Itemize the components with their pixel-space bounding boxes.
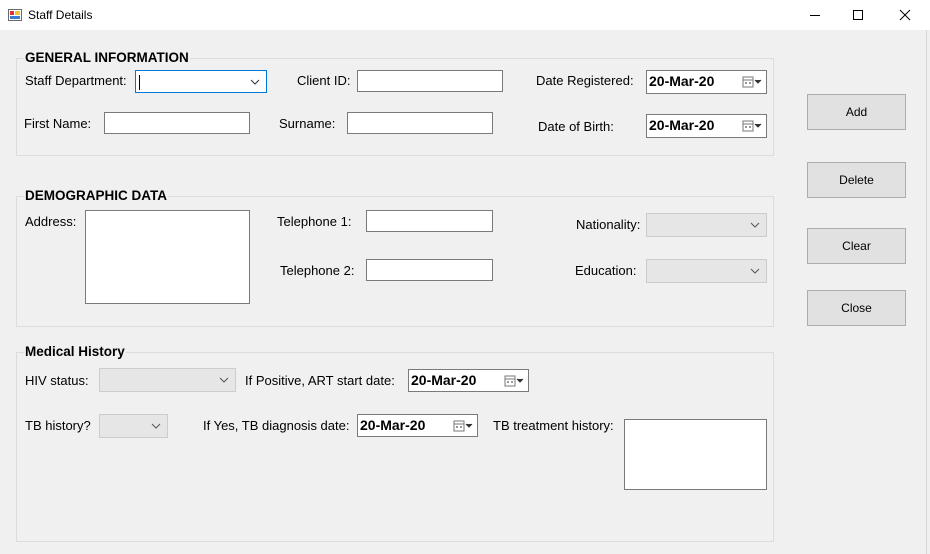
hiv-status-label: HIV status:	[25, 373, 89, 388]
chevron-down-icon	[151, 423, 161, 429]
education-combo[interactable]	[646, 259, 767, 283]
clear-button[interactable]: Clear	[807, 228, 906, 264]
title-bar[interactable]: Staff Details	[0, 0, 930, 30]
staff-department-combo[interactable]	[135, 70, 267, 93]
telephone-2-input[interactable]	[366, 259, 493, 281]
tb-treatment-history-label: TB treatment history:	[493, 418, 614, 433]
client-id-input[interactable]	[357, 70, 503, 92]
close-icon	[899, 9, 911, 21]
telephone-1-input[interactable]	[366, 210, 493, 232]
window-border	[926, 30, 927, 554]
date-of-birth-picker[interactable]: 20-Mar-20	[646, 114, 767, 138]
maximize-button[interactable]	[835, 0, 881, 30]
tb-diagnosis-date-picker[interactable]: 20-Mar-20	[357, 414, 478, 437]
art-start-date-value: 20-Mar-20	[411, 372, 477, 388]
calendar-dropdown-icon	[742, 120, 762, 132]
surname-input[interactable]	[347, 112, 493, 134]
education-label: Education:	[575, 263, 637, 278]
maximize-icon	[853, 10, 863, 20]
calendar-dropdown-icon	[742, 76, 762, 88]
close-button[interactable]: Close	[807, 290, 906, 326]
art-start-date-picker[interactable]: 20-Mar-20	[408, 369, 529, 392]
demographic-data-title: DEMOGRAPHIC DATA	[24, 188, 168, 203]
date-registered-value: 20-Mar-20	[649, 73, 715, 89]
date-registered-label: Date Registered:	[536, 73, 634, 88]
window-title: Staff Details	[28, 8, 93, 22]
surname-label: Surname:	[279, 116, 336, 131]
tb-diagnosis-date-value: 20-Mar-20	[360, 417, 426, 433]
tb-history-label: TB history?	[25, 418, 91, 433]
tb-treatment-history-textarea[interactable]	[624, 419, 767, 490]
delete-button[interactable]: Delete	[807, 162, 906, 198]
medical-history-title: Medical History	[24, 344, 126, 359]
chevron-down-icon	[750, 222, 760, 228]
form-icon	[8, 9, 22, 21]
chevron-down-icon	[750, 268, 760, 274]
telephone-1-label: Telephone 1:	[277, 214, 352, 229]
address-label: Address:	[25, 214, 77, 229]
art-start-date-label: If Positive, ART start date:	[245, 373, 395, 388]
client-id-label: Client ID:	[297, 73, 351, 88]
telephone-2-label: Telephone 2:	[280, 263, 355, 278]
text-caret	[139, 75, 140, 90]
chevron-down-icon	[219, 377, 229, 383]
calendar-dropdown-icon	[504, 375, 524, 386]
address-textarea[interactable]	[85, 210, 250, 304]
close-window-button[interactable]	[882, 0, 928, 30]
staff-department-label: Staff Department:	[25, 73, 127, 88]
minimize-button[interactable]	[792, 0, 838, 30]
first-name-label: First Name:	[24, 116, 92, 131]
chevron-down-icon	[250, 79, 260, 85]
tb-diagnosis-date-label: If Yes, TB diagnosis date:	[203, 418, 350, 433]
add-button[interactable]: Add	[807, 94, 906, 130]
date-of-birth-value: 20-Mar-20	[649, 117, 715, 133]
date-registered-picker[interactable]: 20-Mar-20	[646, 70, 767, 94]
calendar-dropdown-icon	[453, 420, 473, 431]
tb-history-combo[interactable]	[99, 414, 168, 438]
hiv-status-combo[interactable]	[99, 368, 236, 392]
general-information-title: GENERAL INFORMATION	[24, 50, 190, 65]
nationality-label: Nationality:	[576, 217, 641, 232]
date-of-birth-label: Date of Birth:	[538, 119, 614, 134]
minimize-icon	[810, 15, 820, 16]
nationality-combo[interactable]	[646, 213, 767, 237]
first-name-input[interactable]	[104, 112, 250, 134]
